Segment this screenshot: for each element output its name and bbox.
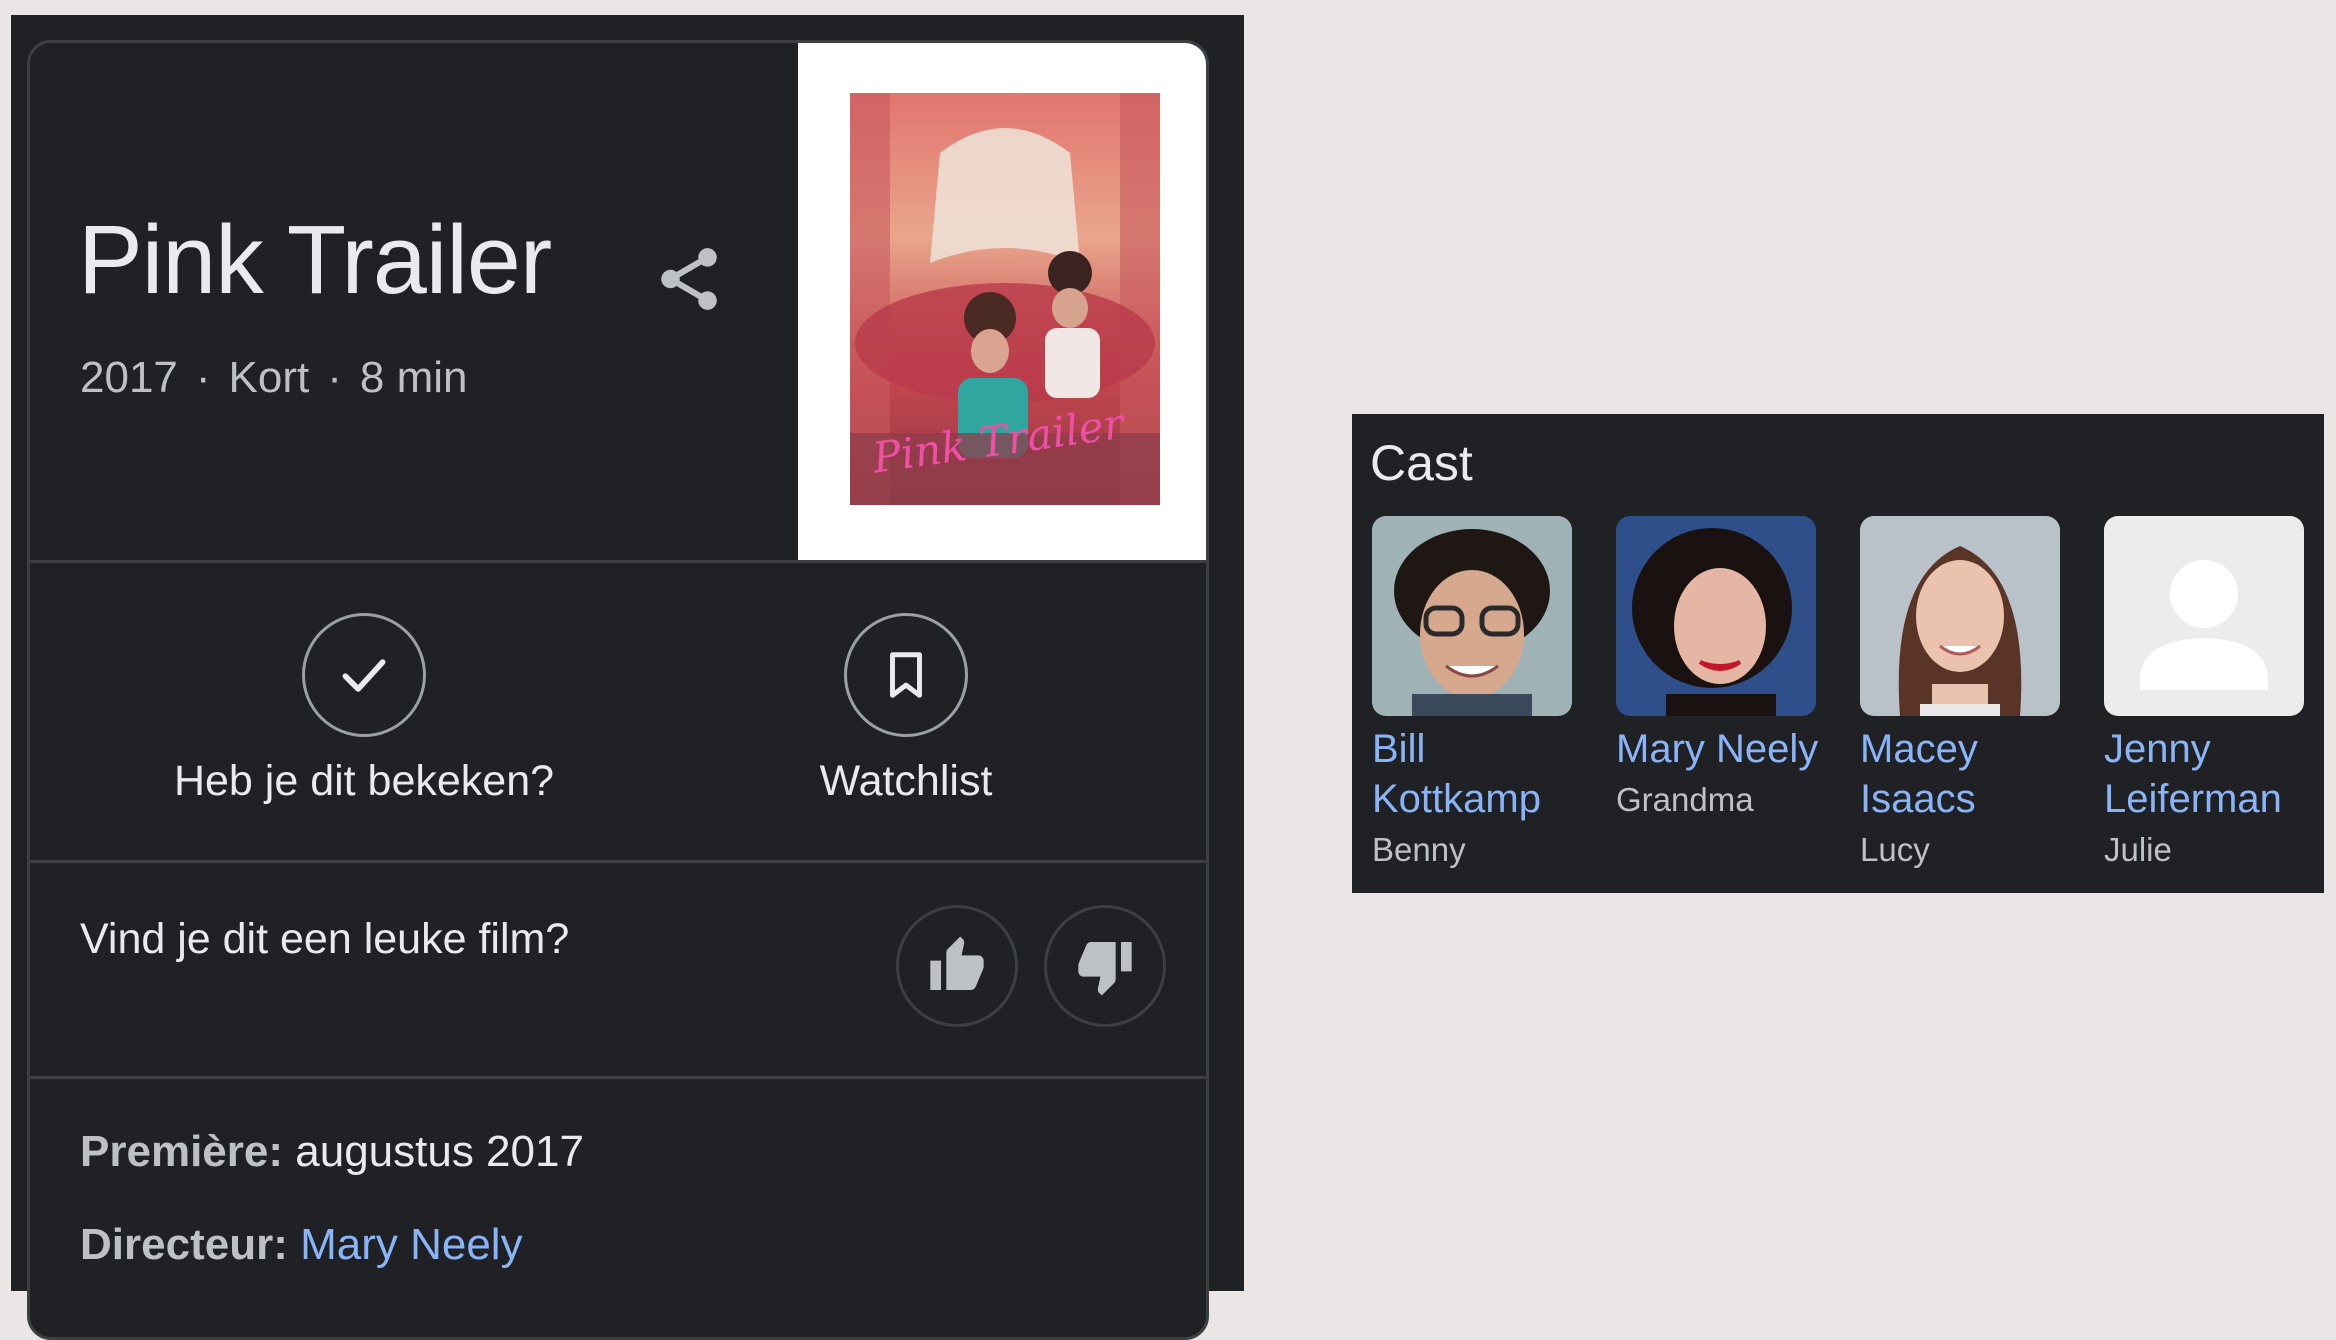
cast-role: Julie (2104, 831, 2172, 868)
actor-photo (1372, 516, 1572, 716)
movie-duration: 8 min (359, 353, 468, 402)
actor-photo (1616, 516, 1816, 716)
rating-question: Vind je dit een leuke film? (80, 915, 570, 963)
movie-year: 2017 (80, 353, 178, 402)
premiere-label: Première: (80, 1127, 284, 1176)
meta-separator: · (327, 353, 342, 402)
bookmark-icon (890, 652, 922, 698)
cast-name[interactable]: Bill Kottkamp (1372, 724, 1592, 824)
cast-last-name[interactable]: Isaacs (1860, 774, 2080, 824)
watchlist-icon-circle[interactable] (844, 613, 968, 737)
premiere-value: augustus 2017 (295, 1127, 584, 1176)
cast-role: Benny (1372, 831, 1466, 868)
cast-member-mary-neely[interactable]: Mary Neely Grandma (1616, 516, 1836, 822)
cast-last-name[interactable]: Leiferman (2104, 774, 2324, 824)
cast-photo[interactable] (1860, 516, 2060, 716)
director-label: Directeur: (80, 1220, 288, 1269)
cast-photo[interactable] (2104, 516, 2304, 716)
thumbs-up-icon (930, 936, 984, 990)
cast-first-name[interactable]: Macey (1860, 724, 2080, 774)
share-icon (661, 248, 717, 310)
poster-container[interactable]: Pink Trailer (798, 43, 1206, 560)
cast-name[interactable]: Mary Neely (1616, 724, 1836, 774)
watchlist-label: Watchlist (819, 757, 993, 805)
cast-photo[interactable] (1372, 516, 1572, 716)
actor-photo (1860, 516, 2060, 716)
actions-row: Heb je dit bekeken? Watchlist (30, 563, 1206, 863)
movie-poster[interactable]: Pink Trailer (850, 93, 1160, 505)
cast-member-bill-kottkamp[interactable]: Bill Kottkamp Benny (1372, 516, 1592, 872)
movie-header: Pink Trailer 2017 · Kort · 8 min Pink Tr… (30, 43, 1206, 563)
thumbs-down-icon (1078, 942, 1132, 996)
cast-panel: Cast Bill Kottkamp Benny Mary Neely Gran… (1352, 414, 2324, 893)
cast-photo[interactable] (1616, 516, 1816, 716)
like-button[interactable] (896, 905, 1018, 1027)
movie-genre: Kort (228, 353, 310, 402)
meta-separator: · (195, 353, 211, 402)
cast-member-jenny-leiferman[interactable]: Jenny Leiferman Julie (2104, 516, 2324, 872)
check-icon (342, 659, 386, 692)
seen-icon-circle[interactable] (302, 613, 426, 737)
cast-role: Grandma (1616, 781, 1754, 818)
movie-meta: 2017 · Kort · 8 min (80, 353, 468, 403)
movie-panel: Pink Trailer 2017 · Kort · 8 min Pink Tr… (11, 15, 1244, 1340)
person-placeholder-icon (2104, 516, 2304, 716)
premiere-row: Première: augustus 2017 (80, 1127, 584, 1177)
share-button[interactable] (652, 242, 726, 316)
director-row: Directeur: Mary Neely (80, 1220, 523, 1270)
movie-card: Pink Trailer 2017 · Kort · 8 min Pink Tr… (27, 40, 1209, 1340)
director-link[interactable]: Mary Neely (300, 1220, 523, 1269)
cast-first-name[interactable]: Bill (1372, 724, 1592, 774)
rating-row: Vind je dit een leuke film? (30, 863, 1206, 1079)
cast-title: Cast (1370, 435, 1473, 491)
cast-role: Lucy (1860, 831, 1930, 868)
cast-name[interactable]: Macey Isaacs (1860, 724, 2080, 824)
watchlist-button[interactable]: Watchlist (696, 613, 1116, 806)
seen-button[interactable]: Heb je dit bekeken? (154, 613, 574, 806)
cast-name[interactable]: Jenny Leiferman (2104, 724, 2324, 824)
cast-member-macey-isaacs[interactable]: Macey Isaacs Lucy (1860, 516, 2080, 872)
cast-last-name[interactable]: Kottkamp (1372, 774, 1592, 824)
seen-label: Heb je dit bekeken? (173, 757, 555, 805)
movie-title: Pink Trailer (78, 205, 552, 314)
dislike-button[interactable] (1044, 905, 1166, 1027)
cast-first-name[interactable]: Jenny (2104, 724, 2324, 774)
